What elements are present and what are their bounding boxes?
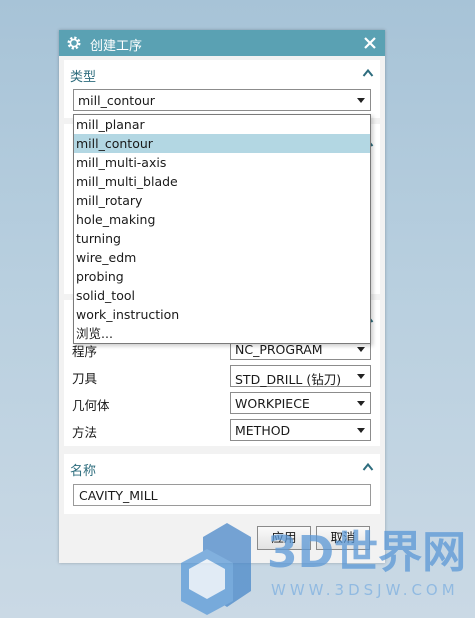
- dropdown-option-browse[interactable]: 浏览...: [74, 324, 370, 343]
- type-dropdown-list: mill_planar mill_contour mill_multi-axis…: [73, 114, 371, 344]
- dropdown-option-mill-multi-blade[interactable]: mill_multi_blade: [74, 172, 370, 191]
- tool-value: STD_DRILL (钻刀): [235, 372, 342, 387]
- dropdown-option-mill-planar[interactable]: mill_planar: [74, 115, 370, 134]
- dropdown-arrow-icon: [357, 374, 365, 379]
- dropdown-option-hole-making[interactable]: hole_making: [74, 210, 370, 229]
- dropdown-option-mill-contour[interactable]: mill_contour: [74, 134, 370, 153]
- dropdown-option-wire-edm[interactable]: wire_edm: [74, 248, 370, 267]
- chevron-up-icon[interactable]: [362, 68, 374, 78]
- method-label: 方法: [72, 425, 98, 440]
- apply-button[interactable]: 应用: [257, 526, 311, 550]
- tool-label: 刀具: [72, 371, 98, 386]
- watermark-url: WWW.3DSJW.COM: [271, 581, 459, 599]
- type-heading: 类型: [70, 70, 97, 85]
- geometry-combobox[interactable]: WORKPIECE: [230, 392, 371, 414]
- dropdown-option-mill-multi-axis[interactable]: mill_multi-axis: [74, 153, 370, 172]
- tool-combobox[interactable]: STD_DRILL (钻刀): [230, 365, 371, 387]
- dropdown-option-solid-tool[interactable]: solid_tool: [74, 286, 370, 305]
- dropdown-arrow-icon: [357, 428, 365, 433]
- dropdown-option-turning[interactable]: turning: [74, 229, 370, 248]
- dropdown-option-probing[interactable]: probing: [74, 267, 370, 286]
- dropdown-arrow-icon: [357, 347, 365, 352]
- geometry-label: 几何体: [72, 398, 110, 413]
- dialog-title: 创建工序: [90, 39, 143, 54]
- method-combobox[interactable]: METHOD: [230, 419, 371, 441]
- close-icon[interactable]: [362, 35, 378, 51]
- type-combobox[interactable]: mill_contour: [73, 89, 371, 111]
- name-value: CAVITY_MILL: [79, 488, 158, 503]
- gear-icon: [67, 36, 81, 50]
- dialog-titlebar: 创建工序: [59, 30, 385, 56]
- geometry-value: WORKPIECE: [235, 396, 310, 411]
- name-input[interactable]: CAVITY_MILL: [73, 484, 371, 506]
- type-value: mill_contour: [78, 93, 155, 108]
- name-section: 名称 CAVITY_MILL: [64, 454, 380, 514]
- chevron-up-icon[interactable]: [362, 462, 374, 472]
- dropdown-arrow-icon: [357, 98, 365, 103]
- dropdown-arrow-icon: [357, 401, 365, 406]
- dropdown-option-mill-rotary[interactable]: mill_rotary: [74, 191, 370, 210]
- method-value: METHOD: [235, 423, 291, 438]
- program-value: NC_PROGRAM: [235, 342, 323, 357]
- dropdown-option-work-instruction[interactable]: work_instruction: [74, 305, 370, 324]
- name-heading: 名称: [70, 464, 97, 479]
- type-section: 类型 mill_contour: [64, 60, 380, 118]
- cancel-button[interactable]: 取消: [316, 526, 370, 550]
